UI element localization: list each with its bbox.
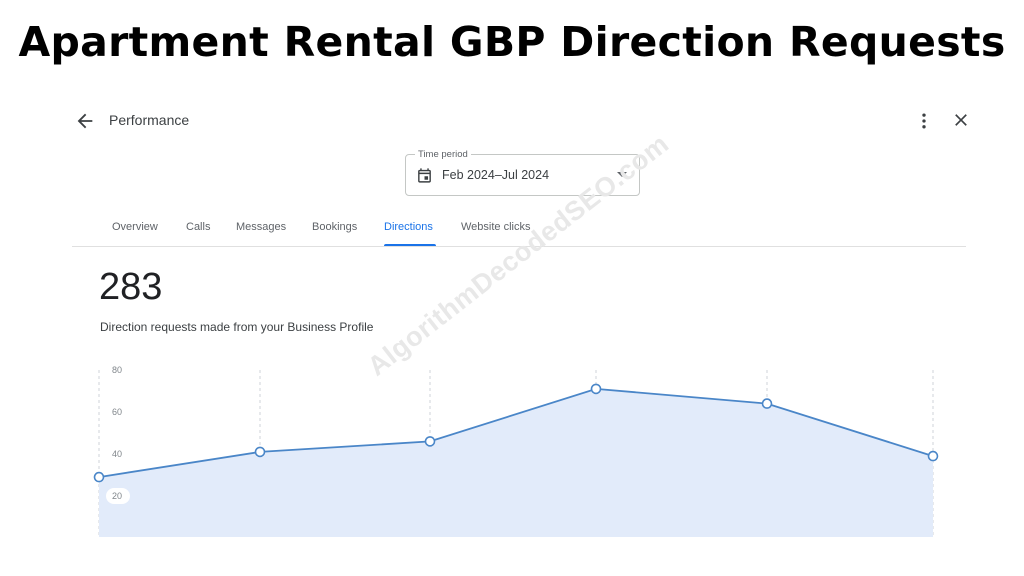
y-tick-label-80: 80 bbox=[112, 365, 122, 375]
data-point-3 bbox=[424, 436, 436, 447]
data-point-2 bbox=[254, 446, 266, 458]
data-point-5 bbox=[761, 398, 773, 409]
data-point-6 bbox=[927, 450, 939, 462]
y-tick-label-20: 20 bbox=[112, 491, 122, 501]
series-area bbox=[99, 388, 933, 537]
y-tick-label-60: 60 bbox=[112, 407, 122, 417]
direction-requests-chart: 80 60 40 20 bbox=[93, 365, 939, 537]
data-point-1 bbox=[93, 471, 105, 483]
data-point-4 bbox=[590, 383, 602, 395]
y-tick-label-40: 40 bbox=[112, 449, 122, 459]
